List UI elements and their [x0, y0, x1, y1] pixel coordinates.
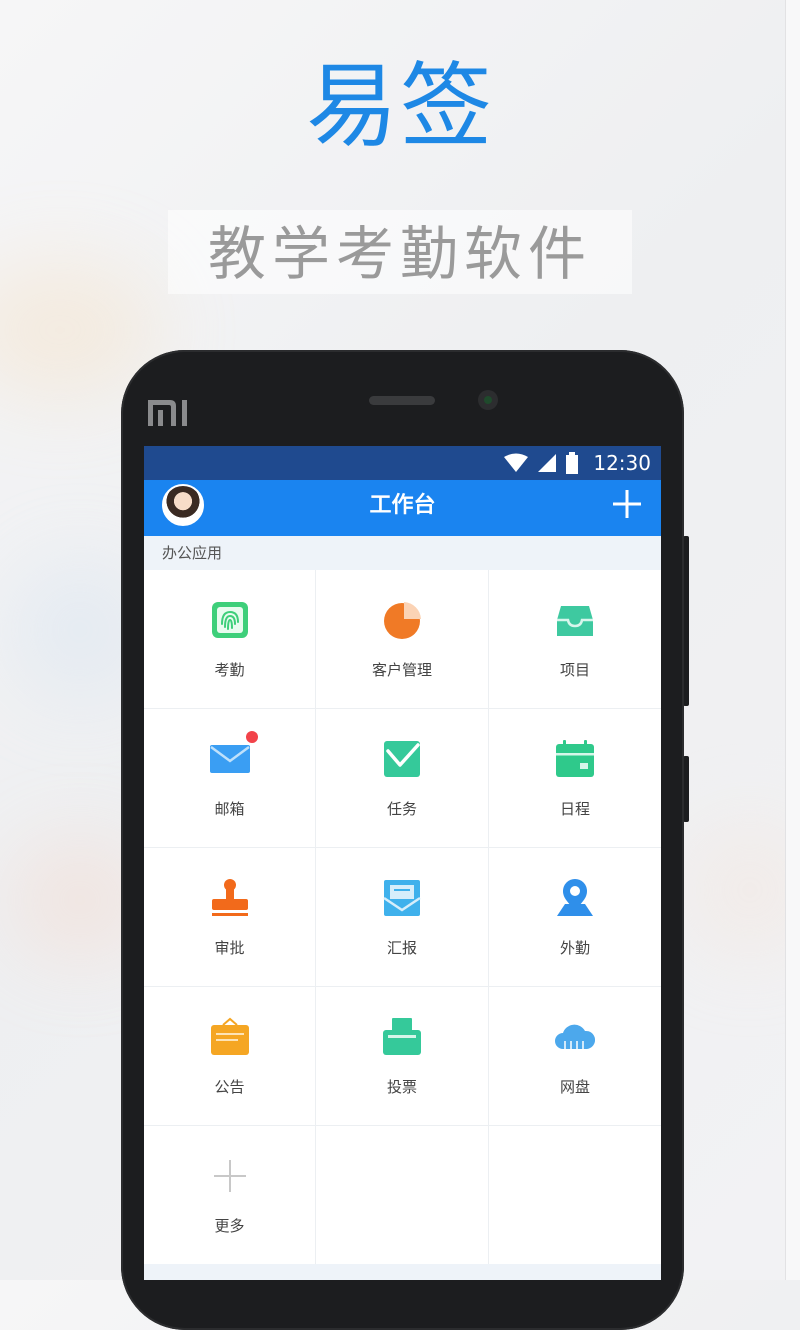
hero-title: 易签 — [305, 53, 494, 160]
app-label: 项目 — [559, 661, 590, 679]
app-item-attendance[interactable]: 考勤 — [144, 570, 316, 709]
wifi-icon — [504, 453, 529, 472]
app-label: 任务 — [386, 800, 417, 818]
phone-speaker — [369, 396, 435, 405]
app-grid: 考勤 客户管理 项目 邮箱 任务 日程 审批 汇报 外勤 公告 投票 网盘 更多 — [144, 570, 661, 1265]
app-item-customer-management[interactable]: 客户管理 — [316, 570, 489, 709]
app-item-task[interactable]: 任务 — [316, 709, 489, 848]
report-envelope-icon — [383, 880, 421, 916]
app-item-report[interactable]: 汇报 — [316, 848, 489, 987]
app-label: 考勤 — [214, 661, 245, 679]
app-item-schedule[interactable]: 日程 — [489, 709, 661, 848]
status-time: 12:30 — [593, 451, 651, 475]
hero-subtitle: 教学考勤软件 — [207, 220, 592, 288]
page-title: 工作台 — [369, 493, 436, 518]
app-item-more[interactable]: 更多 — [144, 1126, 316, 1265]
app-label: 网盘 — [559, 1078, 590, 1096]
bottom-strip — [144, 1264, 661, 1280]
status-bar: 12:30 — [144, 446, 661, 480]
inbox-tray-icon — [557, 606, 593, 636]
calendar-icon — [556, 740, 594, 777]
mail-icon — [209, 731, 258, 779]
app-label: 客户管理 — [371, 661, 432, 679]
page-edge — [785, 0, 800, 1280]
app-label: 汇报 — [386, 939, 417, 957]
app-item-approval[interactable]: 审批 — [144, 848, 316, 987]
empty-cell — [489, 1126, 661, 1265]
signal-icon — [538, 454, 557, 472]
app-label: 外勤 — [559, 939, 590, 957]
app-item-cloud-drive[interactable]: 网盘 — [489, 987, 661, 1126]
notice-board-icon — [210, 1017, 249, 1055]
mi-logo: MI — [148, 400, 187, 426]
add-button[interactable] — [613, 490, 641, 518]
app-item-field-work[interactable]: 外勤 — [489, 848, 661, 987]
unread-badge — [245, 731, 258, 743]
app-label: 公告 — [214, 1078, 245, 1096]
app-item-project[interactable]: 项目 — [489, 570, 661, 709]
app-item-mailbox[interactable]: 邮箱 — [144, 709, 316, 848]
cloud-icon — [555, 1024, 595, 1051]
pie-chart-icon — [384, 602, 421, 639]
task-check-icon — [384, 741, 420, 777]
location-pin-icon — [557, 879, 593, 916]
empty-cell — [316, 1126, 489, 1265]
app-label: 投票 — [386, 1078, 417, 1096]
app-item-vote[interactable]: 投票 — [316, 987, 489, 1126]
app-label: 日程 — [559, 800, 590, 818]
fingerprint-icon — [211, 602, 248, 638]
phone-screen: 12:30 工作台 办公应用 考勤 客户管理 项目 邮箱 任务 日程 审批 汇报… — [144, 446, 661, 1280]
app-bar: 工作台 — [144, 480, 661, 536]
plus-more-icon — [213, 1160, 246, 1192]
app-item-notice[interactable]: 公告 — [144, 987, 316, 1126]
app-label: 审批 — [214, 939, 245, 957]
section-title: 办公应用 — [144, 536, 661, 570]
phone-camera — [478, 390, 498, 410]
stamp-icon — [211, 879, 248, 916]
background-blur — [680, 820, 800, 960]
app-label: 邮箱 — [214, 800, 245, 818]
app-label: 更多 — [214, 1217, 245, 1235]
ballot-box-icon — [383, 1018, 421, 1055]
battery-icon — [566, 452, 579, 474]
